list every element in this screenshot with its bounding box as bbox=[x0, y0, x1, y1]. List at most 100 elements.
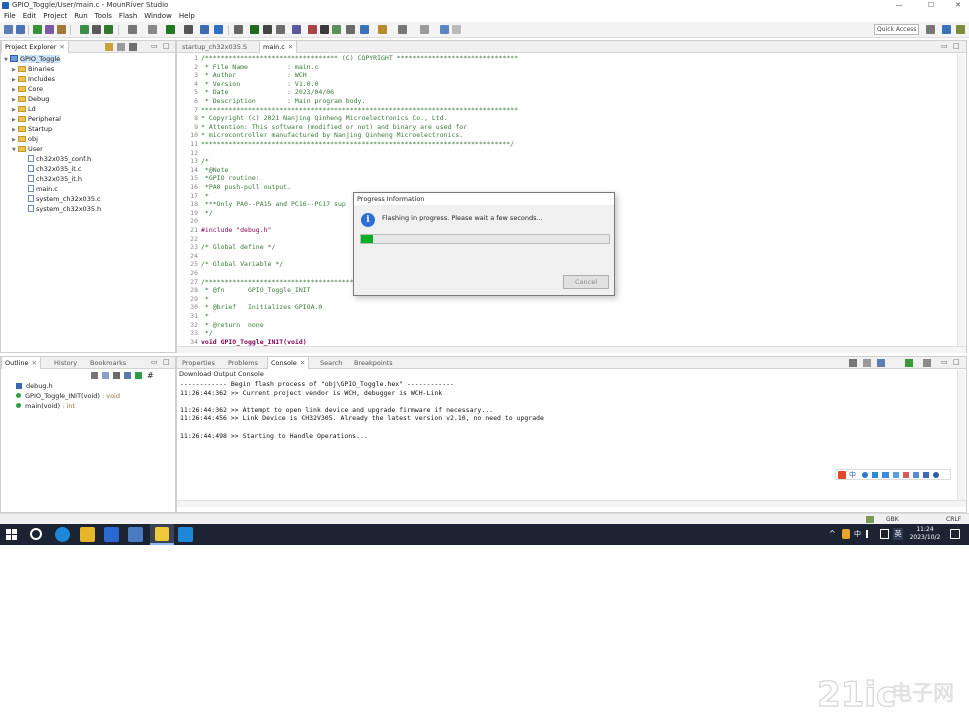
search-icon[interactable] bbox=[30, 528, 42, 540]
code-line[interactable]: 16 *PA0 push-pull output. bbox=[177, 183, 291, 192]
code-line[interactable]: 20 bbox=[177, 217, 201, 226]
code-line[interactable]: 31 * bbox=[177, 312, 209, 321]
tree-file[interactable]: ch32x035_conf.h bbox=[28, 154, 91, 164]
menu-flash[interactable]: Flash bbox=[119, 11, 137, 22]
open-console-icon[interactable] bbox=[923, 359, 931, 367]
tree-file[interactable]: ch32x035_it.h bbox=[28, 174, 82, 184]
code-line[interactable]: 25/* Global Variable */ bbox=[177, 260, 283, 269]
tree-item-debug[interactable]: ▶ Debug bbox=[12, 94, 49, 104]
tree-item-includes[interactable]: ▶ Includes bbox=[12, 74, 55, 84]
code-line[interactable]: 15 *GPIO routine: bbox=[177, 174, 260, 183]
tray-ime-label[interactable]: 中 bbox=[854, 529, 861, 539]
external-tools-icon[interactable] bbox=[184, 25, 193, 34]
annotation-icon[interactable] bbox=[292, 25, 301, 34]
close-tab-icon[interactable]: ✕ bbox=[288, 43, 293, 51]
tab-problems[interactable]: Problems bbox=[225, 357, 261, 369]
maximize-button[interactable]: ☐ bbox=[920, 0, 942, 11]
minimize-view-icon[interactable]: ▭ bbox=[941, 42, 948, 50]
menu-file[interactable]: File bbox=[4, 11, 16, 22]
rebuild-icon[interactable] bbox=[45, 25, 54, 34]
code-line[interactable]: 22 bbox=[177, 235, 201, 244]
code-line[interactable]: 14 *@Note bbox=[177, 166, 228, 175]
prev-annotation-icon[interactable] bbox=[378, 25, 387, 34]
menu-run[interactable]: Run bbox=[74, 11, 87, 22]
ime-settings-icon[interactable] bbox=[933, 472, 939, 478]
tab-breakpoints[interactable]: Breakpoints bbox=[351, 357, 396, 369]
menu-tools[interactable]: Tools bbox=[95, 11, 112, 22]
code-line[interactable]: 21 #include "debug.h" bbox=[177, 226, 271, 235]
link-editor-icon[interactable] bbox=[117, 43, 125, 51]
system-clock[interactable]: 11:24 2023/10/2 bbox=[905, 526, 945, 542]
code-line[interactable]: 26 bbox=[177, 269, 201, 278]
tree-item-ld[interactable]: ▶ Ld bbox=[12, 104, 36, 114]
ime-emoji-icon[interactable] bbox=[872, 472, 878, 478]
minimize-view-icon[interactable]: ▭ bbox=[941, 358, 948, 366]
close-tab-icon[interactable]: ✕ bbox=[32, 359, 37, 367]
tab-console[interactable]: Console ✕ bbox=[267, 357, 310, 369]
tab-search[interactable]: Search bbox=[317, 357, 345, 369]
tree-item-binaries[interactable]: ▶ Binaries bbox=[12, 64, 54, 74]
outline-item-function[interactable]: GPIO_Toggle_INIT(void) : void bbox=[16, 391, 120, 401]
whitespace-icon[interactable] bbox=[346, 25, 355, 34]
console-output[interactable]: ------------ Begin flash process of "obj… bbox=[177, 380, 957, 500]
console-horizontal-scrollbar[interactable] bbox=[177, 500, 966, 507]
outline-item-include[interactable]: debug.h bbox=[16, 381, 53, 391]
code-line[interactable]: 8 * Copyright (c) 2021 Nanjing Qinheng Mi… bbox=[177, 114, 447, 123]
target-icon[interactable] bbox=[128, 25, 137, 34]
code-line[interactable]: 3 * Author : WCH bbox=[177, 71, 307, 80]
menu-help[interactable]: Help bbox=[179, 11, 195, 22]
toggle-mark-icon[interactable] bbox=[320, 25, 329, 34]
back-icon[interactable] bbox=[398, 25, 407, 34]
task-icon[interactable] bbox=[276, 25, 285, 34]
tray-shield-icon[interactable] bbox=[842, 529, 850, 539]
maximize-view-icon[interactable]: □ bbox=[163, 358, 170, 366]
clean-icon[interactable] bbox=[57, 25, 66, 34]
pin-console-icon[interactable] bbox=[877, 359, 885, 367]
cancel-button[interactable]: Cancel bbox=[563, 275, 609, 289]
code-line[interactable]: 30 * @brief Initializes GPIOA.0 bbox=[177, 303, 322, 312]
mail-icon[interactable] bbox=[104, 527, 119, 542]
volume-icon[interactable] bbox=[866, 530, 875, 538]
flash-icon[interactable] bbox=[104, 25, 113, 34]
view-menu-icon[interactable] bbox=[129, 43, 137, 51]
code-line[interactable]: 34 void GPIO_Toggle_INIT(void) bbox=[177, 338, 307, 346]
tab-history[interactable]: History bbox=[51, 357, 80, 369]
menu-project[interactable]: Project bbox=[43, 11, 67, 22]
build-icon[interactable] bbox=[33, 25, 42, 34]
horizontal-scrollbar[interactable] bbox=[177, 346, 966, 353]
console-vertical-scrollbar[interactable] bbox=[957, 370, 965, 500]
code-line[interactable]: 6 * Description : Main program body. bbox=[177, 97, 365, 106]
display-console-icon[interactable] bbox=[905, 359, 913, 367]
mounriver-taskbar-button[interactable] bbox=[150, 524, 174, 545]
hide-fields-icon[interactable] bbox=[113, 372, 120, 379]
code-line[interactable]: 17 * bbox=[177, 192, 209, 201]
open-perspective-icon[interactable] bbox=[926, 25, 935, 34]
console-icon[interactable] bbox=[263, 25, 272, 34]
tree-item-user[interactable]: ▼ User bbox=[12, 144, 43, 154]
tab-properties[interactable]: Properties bbox=[179, 357, 218, 369]
close-button[interactable]: ✕ bbox=[947, 0, 969, 11]
collapse-all-icon[interactable] bbox=[105, 43, 113, 51]
tab-outline[interactable]: Outline ✕ bbox=[1, 357, 41, 369]
tab-bookmarks[interactable]: Bookmarks bbox=[87, 357, 129, 369]
code-line[interactable]: 28 * @fn GPIO_Toggle_INIT bbox=[177, 286, 310, 295]
code-line[interactable]: 10 * microcontroller manufactured by Nanj… bbox=[177, 131, 463, 140]
tray-chevron-icon[interactable]: ^ bbox=[829, 529, 836, 538]
code-line[interactable]: 13/* bbox=[177, 157, 209, 166]
app-icon[interactable] bbox=[128, 527, 143, 542]
code-line[interactable]: 24 bbox=[177, 252, 201, 261]
tab-project-explorer[interactable]: Project Explorer ✕ bbox=[1, 41, 69, 53]
open-type-icon[interactable] bbox=[234, 25, 243, 34]
tree-item-startup[interactable]: ▶ Startup bbox=[12, 124, 52, 134]
code-line[interactable]: 9 * Attention: This software (modified or… bbox=[177, 123, 467, 132]
vertical-scrollbar[interactable] bbox=[957, 54, 965, 346]
tree-project[interactable]: ▼ GPIO_Toggle bbox=[4, 54, 61, 64]
word-wrap-icon[interactable] bbox=[863, 359, 871, 367]
network-icon[interactable] bbox=[880, 529, 889, 539]
next-annotation-icon[interactable] bbox=[360, 25, 369, 34]
forward-icon[interactable] bbox=[420, 25, 429, 34]
collapse-all-icon[interactable] bbox=[91, 372, 98, 379]
tree-file[interactable]: system_ch32x035.h bbox=[28, 204, 101, 214]
ime-keyboard-icon[interactable] bbox=[882, 472, 889, 478]
ime-skin-icon[interactable] bbox=[903, 472, 909, 478]
